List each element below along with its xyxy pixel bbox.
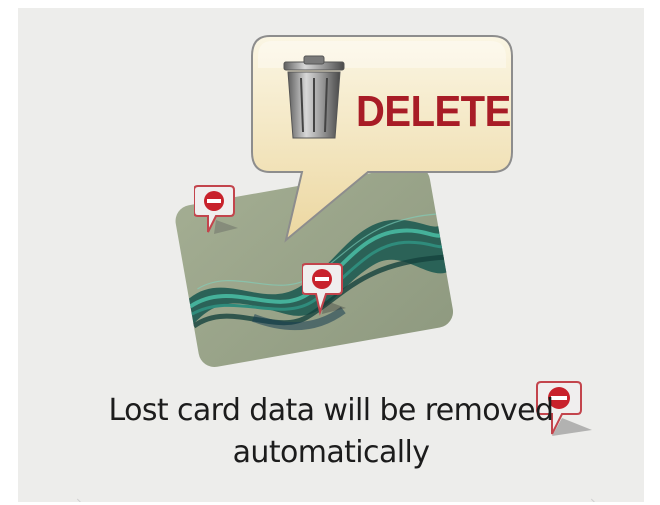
delete-label: DELETE [356,88,511,136]
remove-marker-icon [302,263,346,316]
caption-line-2: automatically [232,435,430,470]
trash-can-icon [283,55,345,139]
onboarding-illustration-panel: DELETE Lost card data will be removed au… [18,8,644,502]
caption-line-1: Lost card data will be removed [108,393,555,428]
caption-text: Lost card data will be removed automatic… [18,390,644,474]
remove-marker-icon [194,185,238,234]
